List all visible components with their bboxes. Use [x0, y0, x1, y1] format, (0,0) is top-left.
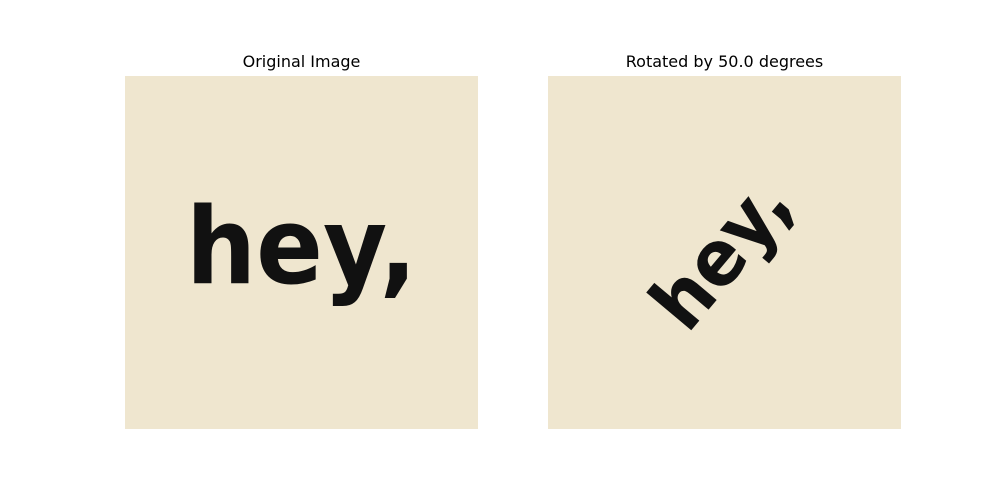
- hey-text: hey,: [186, 185, 417, 308]
- figure: Original Image hey, Rotated by 50.0 degr…: [0, 0, 1000, 500]
- original-image: hey,: [125, 76, 478, 429]
- rotated-image: hey,: [548, 76, 901, 429]
- rotated-image-title: Rotated by 50.0 degrees: [625, 52, 824, 71]
- original-image-title: Original Image: [242, 52, 361, 71]
